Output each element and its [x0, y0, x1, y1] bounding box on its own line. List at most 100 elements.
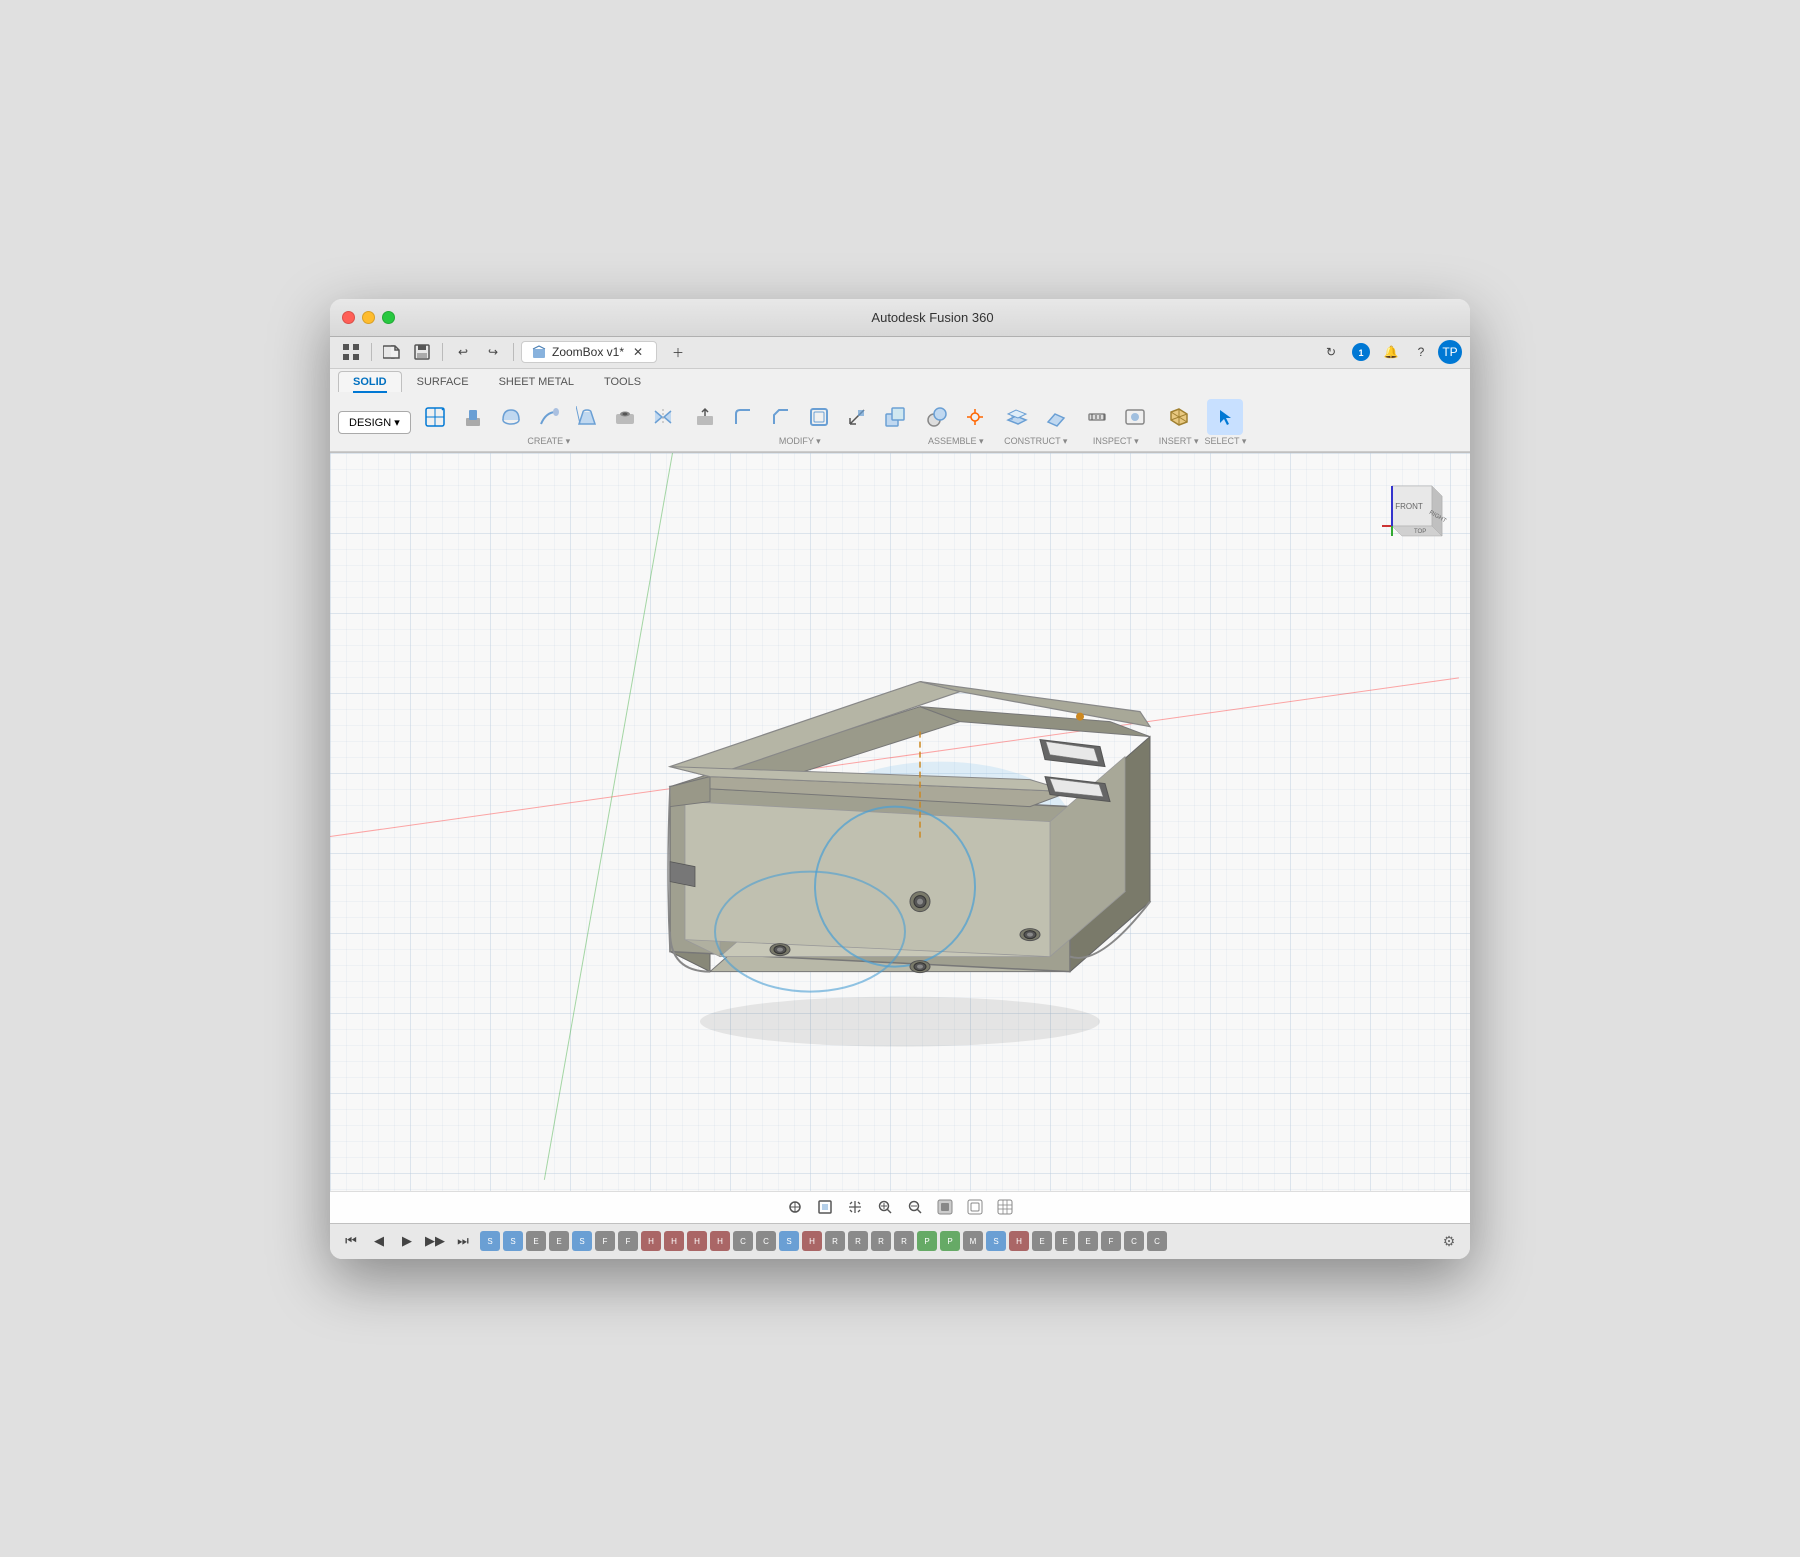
timeline-op-28[interactable]: F — [1101, 1231, 1121, 1251]
viewport[interactable]: FRONT RIGHT TOP — [330, 453, 1470, 1191]
sweep-button[interactable] — [531, 399, 567, 435]
timeline-op-9[interactable]: H — [664, 1231, 684, 1251]
timeline-op-8[interactable]: H — [641, 1231, 661, 1251]
tab-close-icon[interactable]: ✕ — [630, 344, 646, 360]
maximize-button[interactable] — [382, 311, 395, 324]
timeline-op-30[interactable]: C — [1147, 1231, 1167, 1251]
timeline-settings-button[interactable]: ⚙ — [1438, 1230, 1460, 1252]
loft-button[interactable] — [569, 399, 605, 435]
apps-icon[interactable] — [338, 341, 364, 363]
grid-display-icon[interactable] — [994, 1196, 1016, 1218]
window-title: Autodesk Fusion 360 — [407, 310, 1458, 325]
timeline-op-4[interactable]: E — [549, 1231, 569, 1251]
nav-bottom — [330, 1191, 1470, 1223]
timeline-op-10[interactable]: H — [687, 1231, 707, 1251]
help-icon[interactable]: ? — [1408, 341, 1434, 363]
timeline-op-11[interactable]: H — [710, 1231, 730, 1251]
timeline-op-7[interactable]: F — [618, 1231, 638, 1251]
titlebar: Autodesk Fusion 360 — [330, 299, 1470, 337]
timeline-op-13[interactable]: C — [756, 1231, 776, 1251]
tab-sheet-metal[interactable]: SHEET METAL — [484, 371, 589, 392]
timeline-op-18[interactable]: R — [871, 1231, 891, 1251]
shading-icon[interactable] — [964, 1196, 986, 1218]
timeline-op-15[interactable]: H — [802, 1231, 822, 1251]
timeline-play-button[interactable]: ▶ — [396, 1230, 418, 1252]
extrude-button[interactable] — [455, 399, 491, 435]
save-icon[interactable] — [409, 341, 435, 363]
joint-origin-button[interactable] — [957, 399, 993, 435]
close-button[interactable] — [342, 311, 355, 324]
new-tab-icon[interactable]: ＋ — [665, 341, 691, 363]
offset-plane-button[interactable] — [999, 399, 1035, 435]
timeline-end-button[interactable]: ⏭ — [452, 1230, 474, 1252]
chamfer-button[interactable] — [763, 399, 799, 435]
timeline-op-6[interactable]: F — [595, 1231, 615, 1251]
tab-title: ZoomBox v1* — [552, 345, 624, 359]
view-cube[interactable]: FRONT RIGHT TOP — [1372, 471, 1452, 551]
undo-icon[interactable]: ↩ — [450, 341, 476, 363]
mirror-button[interactable] — [645, 399, 681, 435]
shell-button[interactable] — [801, 399, 837, 435]
tab-solid[interactable]: SOLID — [338, 371, 402, 392]
timeline-op-16[interactable]: R — [825, 1231, 845, 1251]
toolbar-row1: ↩ ↪ ZoomBox v1* ✕ ＋ ↻ 1 🔔 ? TP — [330, 337, 1470, 369]
timeline-next-button[interactable]: ▶▶ — [424, 1230, 446, 1252]
revolve-button[interactable] — [493, 399, 529, 435]
timeline-start-button[interactable]: ⏮ — [340, 1230, 362, 1252]
timeline-op-23[interactable]: S — [986, 1231, 1006, 1251]
timeline-op-20[interactable]: P — [917, 1231, 937, 1251]
timeline-op-1[interactable]: S — [480, 1231, 500, 1251]
timeline-op-22[interactable]: M — [963, 1231, 983, 1251]
timeline-op-26[interactable]: E — [1055, 1231, 1075, 1251]
measure-button[interactable] — [1079, 399, 1115, 435]
timeline-op-29[interactable]: C — [1124, 1231, 1144, 1251]
account-icon[interactable]: 1 — [1348, 341, 1374, 363]
fillet-button[interactable] — [725, 399, 761, 435]
timeline-op-12[interactable]: C — [733, 1231, 753, 1251]
timeline-prev-button[interactable]: ◀ — [368, 1230, 390, 1252]
home-nav-icon[interactable] — [784, 1196, 806, 1218]
fit-icon[interactable] — [814, 1196, 836, 1218]
update-icon[interactable]: ↻ — [1318, 341, 1344, 363]
zoom-out-icon[interactable] — [904, 1196, 926, 1218]
timeline-op-21[interactable]: P — [940, 1231, 960, 1251]
hole-button[interactable] — [607, 399, 643, 435]
timeline-op-2[interactable]: S — [503, 1231, 523, 1251]
application-window: Autodesk Fusion 360 ↩ ↪ Zoo — [330, 299, 1470, 1259]
new-sketch-button[interactable] — [417, 399, 453, 435]
display-mode-icon[interactable] — [934, 1196, 956, 1218]
timeline-op-27[interactable]: E — [1078, 1231, 1098, 1251]
timeline-op-3[interactable]: E — [526, 1231, 546, 1251]
file-menu-icon[interactable] — [379, 341, 405, 363]
press-pull-button[interactable] — [687, 399, 723, 435]
joint-button[interactable] — [919, 399, 955, 435]
timeline-op-25[interactable]: E — [1032, 1231, 1052, 1251]
plane-at-angle-button[interactable] — [1037, 399, 1073, 435]
box-icon — [532, 345, 546, 359]
inspect-group: INSPECT ▾ — [1079, 399, 1153, 447]
modify-label: MODIFY ▾ — [779, 436, 821, 447]
timeline-op-5[interactable]: S — [572, 1231, 592, 1251]
timeline-op-14[interactable]: S — [779, 1231, 799, 1251]
tab-surface[interactable]: SURFACE — [402, 371, 484, 392]
user-avatar[interactable]: TP — [1438, 340, 1462, 364]
zoom-in-icon[interactable] — [874, 1196, 896, 1218]
inspect-label: INSPECT ▾ — [1093, 436, 1139, 447]
tab-tools[interactable]: TOOLS — [589, 371, 656, 392]
construct-label: CONSTRUCT ▾ — [1004, 436, 1067, 447]
timeline-op-19[interactable]: R — [894, 1231, 914, 1251]
minimize-button[interactable] — [362, 311, 375, 324]
assemble-group: ASSEMBLE ▾ — [919, 399, 993, 447]
combine-button[interactable] — [877, 399, 913, 435]
pan-icon[interactable] — [844, 1196, 866, 1218]
timeline-op-24[interactable]: H — [1009, 1231, 1029, 1251]
notification-icon[interactable]: 🔔 — [1378, 341, 1404, 363]
design-dropdown-button[interactable]: DESIGN ▾ — [338, 411, 411, 434]
redo-icon[interactable]: ↪ — [480, 341, 506, 363]
timeline-op-17[interactable]: R — [848, 1231, 868, 1251]
display-settings-button[interactable] — [1117, 399, 1153, 435]
3d-model — [590, 591, 1210, 1071]
scale-button[interactable] — [839, 399, 875, 435]
select-button[interactable] — [1207, 399, 1243, 435]
insert-mesh-button[interactable] — [1161, 399, 1197, 435]
